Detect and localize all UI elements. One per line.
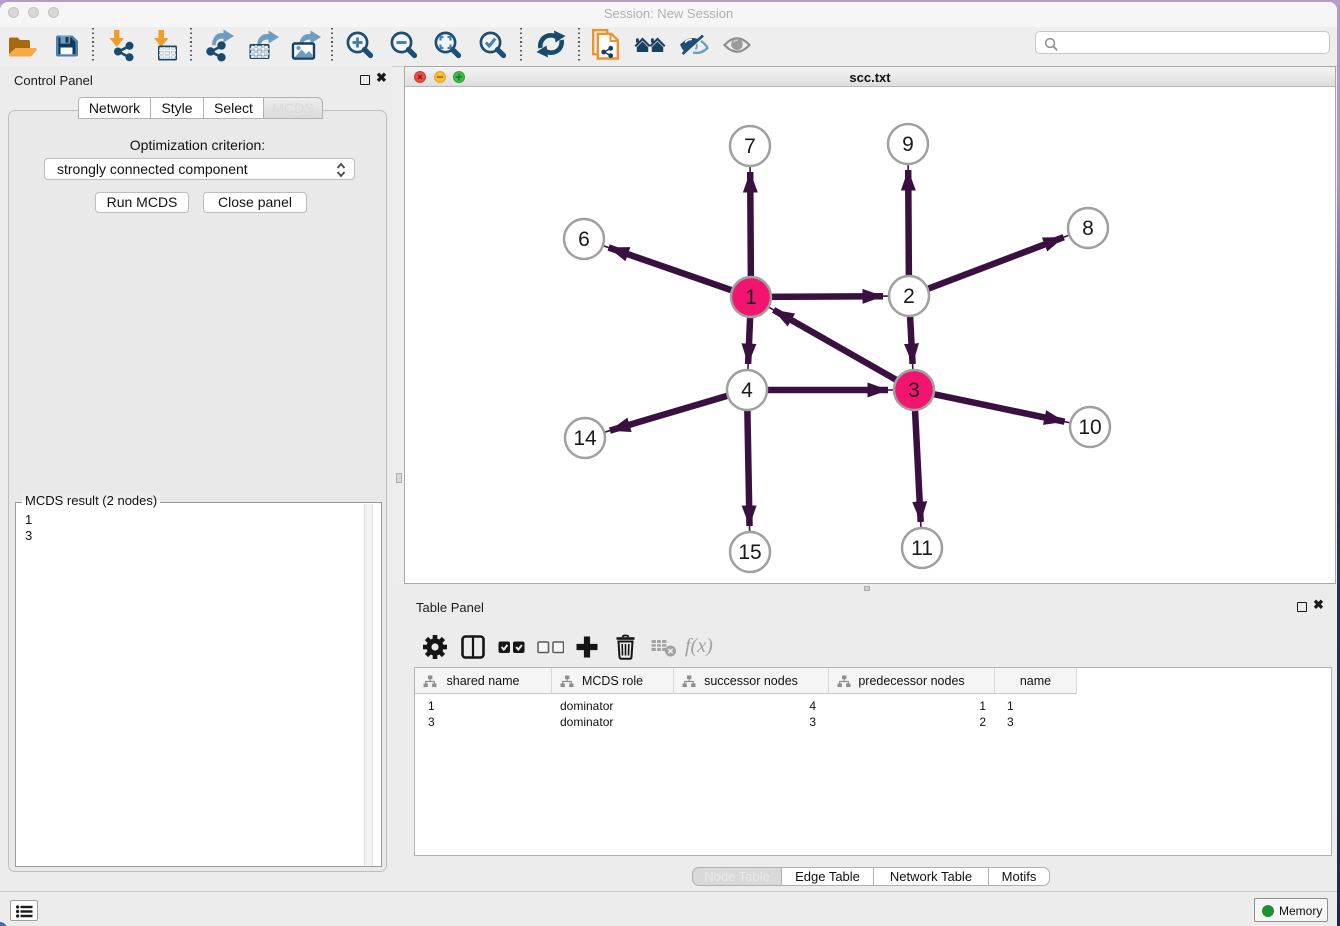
svg-text:14: 14 [573,427,597,450]
svg-text:1: 1 [745,286,757,309]
svg-text:3: 3 [908,379,920,402]
svg-text:8: 8 [1082,217,1094,240]
svg-text:4: 4 [741,379,753,402]
svg-text:2: 2 [903,285,915,308]
svg-text:11: 11 [911,537,933,560]
svg-text:7: 7 [744,135,756,158]
svg-text:9: 9 [902,133,914,156]
svg-text:6: 6 [578,228,590,251]
svg-text:10: 10 [1078,416,1101,439]
svg-text:15: 15 [738,541,761,564]
